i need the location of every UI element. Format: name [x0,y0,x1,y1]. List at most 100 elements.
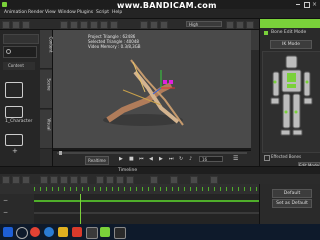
tab-scene[interactable]: Scene [40,70,52,109]
edge-icon[interactable] [44,227,54,237]
scene-render [103,59,184,126]
play-icon[interactable]: ▶ [119,156,123,162]
toolbar-button[interactable] [90,21,98,29]
bone-edit-checkbox[interactable] [264,31,268,35]
tab-modify[interactable] [251,30,259,50]
timeline-tool-button[interactable] [116,176,124,184]
track-bar[interactable] [34,200,259,202]
end-icon[interactable]: ⏭ [169,156,174,162]
menu-plugins[interactable]: Plugins [77,10,93,15]
folder-icon[interactable] [58,227,68,237]
menu-animation[interactable]: Animation [4,10,27,15]
folder-icon[interactable] [5,82,23,98]
stop-icon[interactable]: ■ [129,156,134,162]
timeline-tool-button[interactable] [12,176,20,184]
collapse-icon[interactable]: − [3,209,8,216]
rewind-icon[interactable]: ⏮ [139,156,144,162]
content-panel: Content 1_Character + [0,30,41,166]
app-icon[interactable] [72,227,82,237]
3d-viewport[interactable] [53,30,251,148]
toolbar-button[interactable] [22,21,30,29]
prev-frame-icon[interactable]: ◀ [149,156,153,162]
toolbar-button[interactable] [150,21,158,29]
ik-mode-button[interactable]: IK Mode [270,40,312,49]
toolbar-button[interactable] [110,21,118,29]
playback-mode-select[interactable]: Realtime [85,156,109,165]
toolbar-button[interactable] [2,21,10,29]
frame-input[interactable]: 16 [199,156,223,162]
timeline-tool-button[interactable] [210,176,218,184]
next-frame-icon[interactable]: ▶ [159,156,163,162]
search-icon[interactable] [16,227,28,239]
speaker-icon[interactable]: ♪ [189,156,192,162]
windows-taskbar [0,224,320,240]
menu-view[interactable]: View [45,10,56,15]
close-icon[interactable]: × [312,1,317,8]
menu-window[interactable]: Window [58,10,76,15]
minimize-icon[interactable] [296,4,300,5]
toolbar-button[interactable] [70,21,78,29]
timeline-tool-button[interactable] [22,176,30,184]
content-dropdown-label: Content [8,63,24,68]
bone-edit-label: Bone Edit Mode [271,30,307,35]
tab-visual[interactable]: Visual [40,110,52,149]
menu-render[interactable]: Render [28,10,44,15]
start-icon[interactable] [3,227,13,237]
add-icon[interactable]: + [12,147,18,155]
timeline-tool-button[interactable] [80,176,88,184]
toolbar-button[interactable] [140,21,148,29]
timeline-scrubber[interactable] [57,151,247,155]
settings-icon[interactable]: ☰ [233,155,238,162]
playhead[interactable] [80,194,81,224]
timeline-tool-button[interactable] [70,176,78,184]
menu-help[interactable]: Help [112,10,122,15]
timeline-tool-button[interactable] [170,176,178,184]
quality-select[interactable]: High [186,21,222,27]
search-box[interactable] [3,46,37,58]
toolbar-button[interactable] [100,21,108,29]
maximize-icon[interactable] [304,2,310,8]
tab-scene-label: Scene [46,78,52,91]
timeline-tool-button[interactable] [60,176,68,184]
app-icon[interactable] [86,227,98,239]
loop-icon[interactable]: ↻ [179,156,183,162]
toolbar-button[interactable] [80,21,88,29]
folder-icon[interactable] [5,106,23,118]
toolbar-button[interactable] [226,21,234,29]
timeline-tool-button[interactable] [96,176,104,184]
effector-checkbox[interactable] [264,155,270,161]
modify-panel: Bone Edit Mode IK Mode Effected Bones Ed… [259,19,320,224]
app-icon[interactable] [114,227,126,239]
toolbar-button[interactable] [12,21,20,29]
track-labels: − − [0,194,34,224]
timeline-tool-button[interactable] [126,176,134,184]
folder-icon[interactable] [5,134,23,146]
iclone-icon[interactable] [100,227,110,237]
timeline-tool-button[interactable] [2,176,10,184]
toolbar-button[interactable] [160,21,168,29]
tab-content[interactable]: Content [40,30,53,69]
default-button[interactable]: Default [272,189,312,198]
timeline-tool-button[interactable] [106,176,114,184]
menu-script[interactable]: Script [96,10,109,15]
timeline-title: Timeline [118,168,138,173]
effector-label: Effected Bones [271,154,302,159]
menu-bar: Animation Render View Window Plugins Scr… [0,9,320,19]
timeline-tool-button[interactable] [50,176,58,184]
timeline-ruler[interactable] [0,184,259,194]
content-dropdown[interactable]: Content [3,62,35,70]
set-as-default-button[interactable]: Set as Default [272,199,312,208]
track-bar[interactable] [34,212,259,214]
collapse-icon[interactable]: − [3,197,8,204]
timeline-tool-button[interactable] [40,176,48,184]
app-logo-icon [2,2,7,7]
timeline-tool-button[interactable] [150,176,158,184]
character-folder-label[interactable]: 1_Character [5,119,32,124]
toolbar-button[interactable] [60,21,68,29]
panel-title-bar [260,19,320,28]
timeline-tool-button[interactable] [190,176,198,184]
scrubber-handle[interactable] [59,151,62,155]
chrome-icon[interactable] [30,227,40,237]
toolbar-button[interactable] [246,21,254,29]
toolbar-button[interactable] [236,21,244,29]
